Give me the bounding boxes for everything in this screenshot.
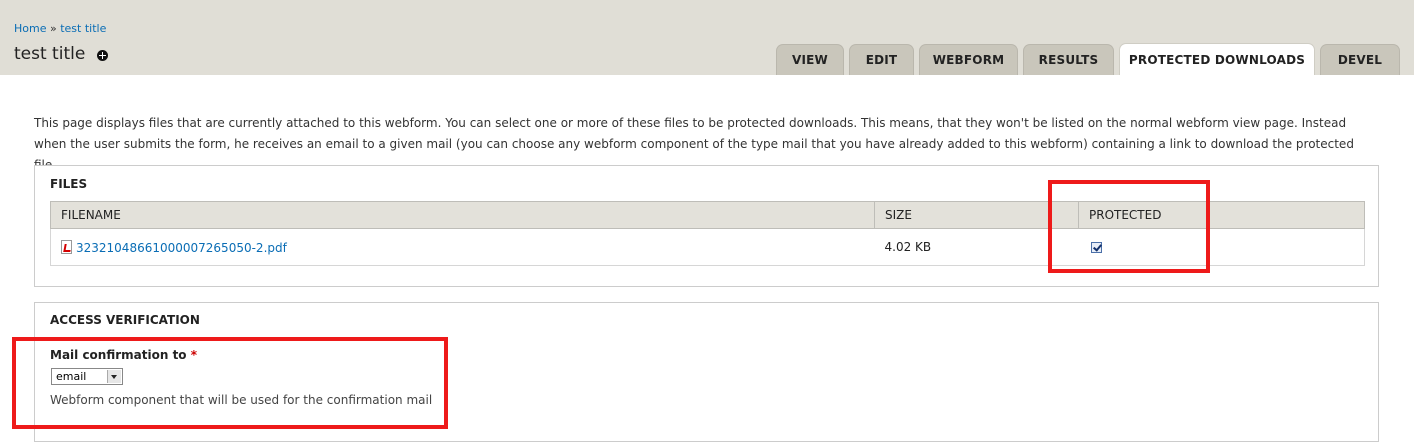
required-marker: * — [190, 348, 198, 362]
table-row: 32321048661000007265050-2.pdf 4.02 KB — [50, 228, 1365, 266]
page-header: Home » test title test title VIEW EDIT W… — [0, 0, 1414, 75]
breadcrumb-home-link[interactable]: Home — [14, 22, 46, 35]
access-verification-fieldset: ACCESS VERIFICATION Mail confirmation to… — [34, 302, 1379, 442]
tab-protected-downloads[interactable]: PROTECTED DOWNLOADS — [1119, 43, 1315, 75]
mail-confirmation-label-text: Mail confirmation to — [50, 348, 187, 362]
mail-confirmation-selected-value: email — [56, 370, 87, 383]
size-cell: 4.02 KB — [874, 228, 1079, 266]
tab-edit[interactable]: EDIT — [849, 44, 914, 75]
filename-cell: 32321048661000007265050-2.pdf — [50, 228, 875, 266]
tab-results[interactable]: RESULTS — [1023, 44, 1114, 75]
mail-confirmation-description: Webform component that will be used for … — [50, 393, 433, 407]
tab-webform[interactable]: WEBFORM — [919, 44, 1018, 75]
mail-confirmation-select[interactable]: email — [51, 368, 123, 385]
files-fieldset: FILES FILENAME SIZE PROTECTED 3232104866… — [34, 165, 1379, 287]
files-legend: FILES — [50, 177, 88, 191]
access-verification-legend: ACCESS VERIFICATION — [50, 313, 200, 327]
column-header-protected: PROTECTED — [1078, 201, 1365, 229]
breadcrumb-separator: » — [49, 22, 57, 35]
tab-devel[interactable]: DEVEL — [1320, 44, 1400, 75]
dropdown-arrow-icon — [107, 370, 121, 383]
breadcrumb: Home » test title — [14, 22, 106, 35]
tab-view[interactable]: VIEW — [776, 44, 844, 75]
primary-tabs: VIEW EDIT WEBFORM RESULTS PROTECTED DOWN… — [0, 43, 1414, 75]
files-table: FILENAME SIZE PROTECTED 3232104866100000… — [50, 201, 1365, 266]
pdf-file-icon — [61, 239, 72, 254]
file-link[interactable]: 32321048661000007265050-2.pdf — [76, 241, 287, 255]
breadcrumb-current-link[interactable]: test title — [60, 22, 106, 35]
protected-checkbox[interactable] — [1090, 242, 1102, 253]
protected-cell — [1078, 228, 1365, 266]
column-header-filename[interactable]: FILENAME — [50, 201, 875, 229]
column-header-size: SIZE — [874, 201, 1079, 229]
mail-confirmation-label: Mail confirmation to * — [50, 348, 197, 362]
